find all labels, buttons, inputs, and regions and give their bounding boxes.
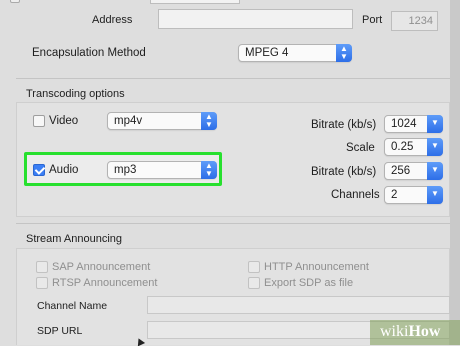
video-codec-select[interactable]: mp4v ▲ ▼ xyxy=(107,112,217,130)
rtsp-label: RTSP Announcement xyxy=(52,277,158,289)
audio-checkbox[interactable] xyxy=(33,164,45,176)
scale-label: Scale xyxy=(346,142,375,154)
audio-bitrate-select[interactable]: 256 ▼ xyxy=(384,162,443,180)
scale-select[interactable]: 0.25 ▼ xyxy=(384,138,443,156)
encapsulation-value: MPEG 4 xyxy=(245,47,289,59)
audio-bitrate-label: Bitrate (kb/s) xyxy=(311,166,377,178)
video-bitrate-select[interactable]: 1024 ▼ xyxy=(384,115,443,133)
select-arrows-icon: ▲ ▼ xyxy=(336,44,352,62)
sdp-url-label: SDP URL xyxy=(37,325,83,337)
channel-name-label: Channel Name xyxy=(37,300,108,312)
dropdown-arrow-icon: ▼ xyxy=(427,186,443,204)
address-label: Address xyxy=(92,14,133,26)
port-label: Port xyxy=(362,14,383,26)
channels-value: 2 xyxy=(391,189,398,201)
audio-bitrate-value: 256 xyxy=(391,165,411,177)
channel-name-field[interactable] xyxy=(147,296,450,314)
channels-select[interactable]: 2 ▼ xyxy=(384,186,443,204)
wikihow-watermark: wikiHow xyxy=(370,320,460,345)
export-sdp-checkbox[interactable] xyxy=(248,277,260,289)
audio-label: Audio xyxy=(49,164,79,176)
window-edge xyxy=(450,0,460,345)
address-field[interactable] xyxy=(158,9,353,29)
audio-codec-value: mp3 xyxy=(114,164,137,176)
encapsulation-select[interactable]: MPEG 4 ▲ ▼ xyxy=(238,44,352,62)
port-field[interactable]: 1234 xyxy=(391,11,438,31)
video-checkbox[interactable] xyxy=(33,115,45,127)
select-arrows-icon: ▲ ▼ xyxy=(201,161,217,179)
top-remnant-field[interactable] xyxy=(150,0,240,4)
top-remnant-checkbox[interactable] xyxy=(10,0,20,3)
sap-checkbox[interactable] xyxy=(36,261,48,273)
http-checkbox[interactable] xyxy=(248,261,260,273)
http-label: HTTP Announcement xyxy=(264,261,369,273)
select-arrows-icon: ▲ ▼ xyxy=(201,112,217,130)
port-value: 1234 xyxy=(408,15,433,27)
dropdown-arrow-icon: ▼ xyxy=(427,138,443,156)
scale-value: 0.25 xyxy=(391,141,414,153)
export-sdp-label: Export SDP as file xyxy=(264,277,354,289)
video-bitrate-label: Bitrate (kb/s) xyxy=(311,119,377,131)
separator-mid xyxy=(16,223,450,224)
video-bitrate-value: 1024 xyxy=(391,118,417,130)
video-label: Video xyxy=(49,115,79,127)
audio-codec-select[interactable]: mp3 ▲ ▼ xyxy=(107,161,217,179)
sap-label: SAP Announcement xyxy=(52,261,151,273)
dropdown-arrow-icon: ▼ xyxy=(427,115,443,133)
dropdown-arrow-icon: ▼ xyxy=(427,162,443,180)
video-codec-value: mp4v xyxy=(114,115,143,127)
watermark-brand: wiki xyxy=(380,323,409,340)
channels-label: Channels xyxy=(331,189,380,201)
separator-top xyxy=(16,78,450,79)
stream-title: Stream Announcing xyxy=(26,233,123,245)
transcoding-title: Transcoding options xyxy=(26,88,125,100)
encapsulation-label: Encapsulation Method xyxy=(32,47,146,59)
rtsp-checkbox[interactable] xyxy=(36,277,48,289)
watermark-brand-bold: How xyxy=(408,323,441,340)
